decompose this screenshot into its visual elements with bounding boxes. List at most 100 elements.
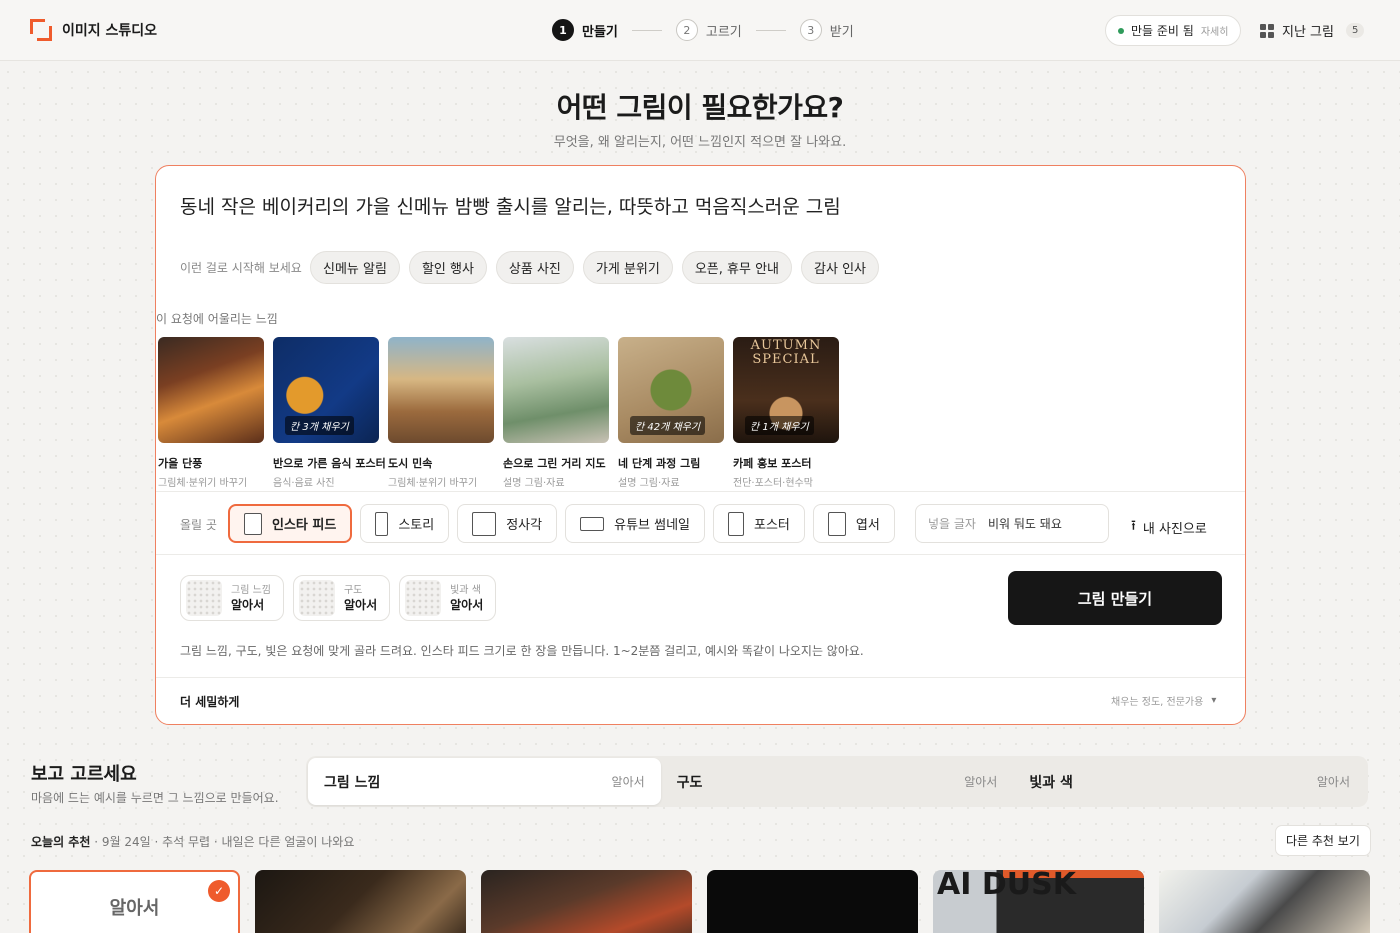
- tab-value: 알아서: [1316, 775, 1351, 789]
- stepper: 1 만들기 2 고르기 3 받기: [552, 19, 854, 41]
- format-square[interactable]: 정사각: [457, 504, 558, 543]
- page-subtitle: 무엇을, 왜 알리는지, 어떤 느낌인지 적으면 잘 나와요.: [553, 135, 847, 150]
- step-create[interactable]: 1 만들기: [552, 19, 618, 41]
- format-label: 스토리: [398, 518, 435, 533]
- browse-subtitle: 마음에 드는 예시를 누르면 그 느낌으로 만들어요.: [31, 791, 279, 805]
- mood-title: 카페 홍보 포스터: [733, 457, 812, 470]
- step-number: 3: [799, 19, 822, 41]
- browse-title: 보고 고르세요: [31, 764, 137, 785]
- example-card[interactable]: [707, 870, 918, 933]
- format-youtube-thumbnail[interactable]: 유튜브 썸네일: [565, 504, 706, 543]
- step-connector: [631, 29, 662, 31]
- option-caption: 빛과 색: [450, 585, 481, 596]
- tab-value: 알아서: [611, 775, 645, 789]
- status-dot-icon: [1118, 27, 1124, 34]
- brand-name: 이미지 스튜디오: [62, 23, 158, 39]
- format-postcard[interactable]: 엽서: [812, 504, 895, 543]
- option-composition[interactable]: 구도 알아서: [292, 575, 391, 621]
- check-icon: ✓: [208, 880, 230, 902]
- tab-mood[interactable]: 그림 느낌 알아서: [308, 758, 661, 805]
- overlay-text-field[interactable]: 넣을 글자 비워 둬도 돼요: [915, 504, 1109, 543]
- mood-category: 설명 그림·자료: [503, 478, 565, 489]
- grid-icon: [1260, 23, 1274, 38]
- starter-chip[interactable]: 오픈, 휴무 안내: [681, 251, 793, 284]
- mood-card[interactable]: 칸 3개 채우기 반으로 가른 음식 포스터 음식·음료 사진: [273, 337, 386, 489]
- tab-label: 구도: [676, 774, 703, 791]
- mood-image-text: AUTUMN SPECIAL: [750, 338, 822, 367]
- placeholder-swatch-icon: [298, 580, 335, 616]
- format-label: 엽서: [855, 518, 880, 533]
- tab-light-color[interactable]: 빛과 색 알아서: [1013, 758, 1366, 805]
- format-story[interactable]: 스토리: [360, 504, 450, 543]
- prompt-input[interactable]: 동네 작은 베이커리의 가을 신메뉴 밤빵 출시를 알리는, 따뜻하고 먹음직스…: [180, 192, 841, 219]
- step-choose[interactable]: 2 고르기: [675, 19, 742, 41]
- top-bar: 이미지 스튜디오 1 만들기 2 고르기 3 받기 만들 준비 됨 자세히 지난…: [0, 0, 1400, 61]
- poster-frame-icon: [728, 511, 745, 536]
- upload-label: 내 사진으로: [1142, 521, 1207, 537]
- option-mood[interactable]: 그림 느낌 알아서: [180, 575, 284, 621]
- format-label: 유튜브 썸네일: [614, 518, 691, 533]
- example-card[interactable]: [1159, 870, 1370, 933]
- starter-chip[interactable]: 상품 사진: [495, 251, 574, 284]
- starter-chip[interactable]: 할인 행사: [408, 251, 487, 284]
- example-card[interactable]: [255, 870, 466, 933]
- starter-label: 이런 걸로 시작해 보세요: [180, 261, 302, 275]
- step-label: 고르기: [705, 24, 742, 40]
- mood-tag: 칸 1개 채우기: [745, 416, 814, 435]
- starter-chip[interactable]: 신메뉴 알림: [310, 251, 400, 284]
- starter-chip[interactable]: 가게 분위기: [582, 251, 673, 284]
- example-card[interactable]: AI DUSK: [933, 870, 1144, 933]
- style-options: 그림 느낌 알아서 구도 알아서 빛과 색 알아서: [180, 575, 497, 621]
- option-value: 알아서: [450, 598, 484, 612]
- divider: [156, 554, 1245, 555]
- mood-title: 네 단계 과정 그림: [618, 457, 701, 470]
- mood-card[interactable]: AUTUMN SPECIAL 칸 1개 채우기 카페 홍보 포스터 전단·포스터…: [733, 337, 839, 489]
- poster-text: AI DUSK: [937, 870, 1076, 902]
- generate-button[interactable]: 그림 만들기: [1008, 571, 1222, 625]
- starter-chip[interactable]: 감사 인사: [801, 251, 879, 284]
- advanced-hint[interactable]: 채우는 정도, 전문가용 ▾: [1111, 693, 1216, 708]
- example-card[interactable]: [481, 870, 692, 933]
- example-auto-card[interactable]: 알아서 ✓: [29, 870, 240, 933]
- mood-card[interactable]: 칸 42개 채우기 네 단계 과정 그림 설명 그림·자료: [618, 337, 724, 489]
- step-connector: [755, 29, 786, 31]
- status-label: 만들 준비 됨: [1131, 24, 1194, 38]
- history-count-badge: 5: [1345, 23, 1365, 38]
- landscape-frame-icon: [580, 516, 605, 531]
- example-gallery: 알아서 ✓ AI DUSK: [29, 870, 1370, 933]
- step-label: 받기: [829, 24, 854, 40]
- upload-photo-button[interactable]: ⭱ 내 사진으로: [1131, 515, 1207, 539]
- history-button[interactable]: 지난 그림 5: [1260, 21, 1365, 40]
- mood-title: 손으로 그린 거리 지도: [503, 457, 606, 470]
- placeholder-swatch-icon: [186, 580, 222, 616]
- mood-card[interactable]: 가을 단풍 그림체·분위기 바꾸기: [158, 337, 264, 489]
- placement-label: 올릴 곳: [180, 518, 217, 532]
- portrait-frame-icon: [244, 512, 262, 535]
- divider: [156, 677, 1245, 678]
- starter-chips: 신메뉴 알림 할인 행사 상품 사진 가게 분위기 오픈, 휴무 안내 감사 인…: [310, 251, 879, 284]
- format-instagram-feed[interactable]: 인스타 피드: [228, 504, 353, 543]
- mood-list: 가을 단풍 그림체·분위기 바꾸기 칸 3개 채우기 반으로 가른 음식 포스터…: [158, 337, 839, 489]
- format-poster[interactable]: 포스터: [713, 504, 805, 543]
- mood-image: [158, 337, 264, 443]
- step-receive[interactable]: 3 받기: [799, 19, 854, 41]
- mood-card[interactable]: 손으로 그린 거리 지도 설명 그림·자료: [503, 337, 609, 489]
- option-light-color[interactable]: 빛과 색 알아서: [399, 575, 497, 621]
- divider: [156, 491, 1245, 492]
- square-frame-icon: [472, 511, 497, 536]
- mood-image: [503, 337, 609, 443]
- tab-composition[interactable]: 구도 알아서: [661, 758, 1014, 805]
- brand[interactable]: 이미지 스튜디오: [30, 19, 157, 41]
- ready-status[interactable]: 만들 준비 됨 자세히: [1105, 15, 1242, 46]
- chevron-down-icon: ▾: [1211, 695, 1217, 706]
- status-detail-link[interactable]: 자세히: [1201, 23, 1229, 38]
- advanced-toggle[interactable]: 더 세밀하게: [180, 693, 239, 710]
- mood-tag: 칸 42개 채우기: [630, 416, 706, 435]
- mood-title: 반으로 가른 음식 포스터: [273, 457, 386, 470]
- mood-card[interactable]: 도시 민속 그림체·분위기 바꾸기: [388, 337, 494, 489]
- page-title: 어떤 그림이 필요한가요?: [556, 91, 844, 124]
- mood-category: 전단·포스터·현수막: [733, 478, 813, 489]
- tab-value: 알아서: [964, 775, 998, 789]
- browse-tabs: 그림 느낌 알아서 구도 알아서 빛과 색 알아서: [306, 756, 1368, 807]
- more-recommendations-button[interactable]: 다른 추천 보기: [1275, 825, 1371, 856]
